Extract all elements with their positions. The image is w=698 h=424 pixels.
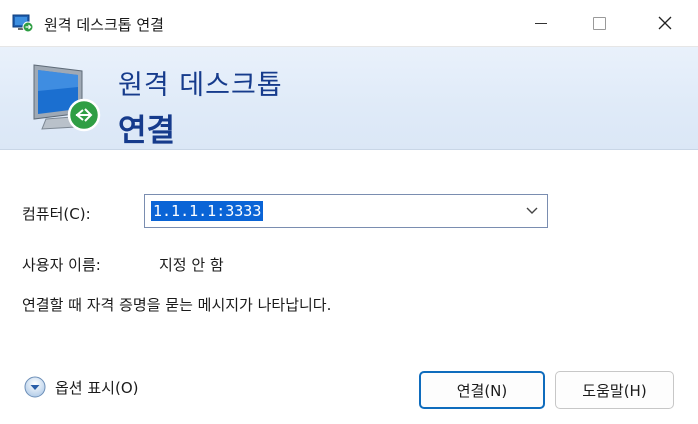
window-title: 원격 데스크톱 연결 xyxy=(44,16,164,34)
minimize-icon xyxy=(535,22,547,24)
remote-desktop-icon xyxy=(12,14,34,33)
banner-title: 원격 데스크톱 xyxy=(118,70,283,101)
header-banner: 원격 데스크톱 연결 xyxy=(0,47,698,150)
banner-subtitle: 연결 xyxy=(118,113,176,149)
minimize-button[interactable] xyxy=(512,0,570,46)
help-button[interactable]: 도움말(H) xyxy=(555,371,674,409)
user-value: 지정 안 함 xyxy=(159,256,224,274)
close-button[interactable] xyxy=(636,0,694,46)
title-bar: 원격 데스크톱 연결 xyxy=(0,0,698,47)
connect-button[interactable]: 연결(N) xyxy=(419,371,545,409)
computer-label: 컴퓨터(C): xyxy=(22,205,91,223)
show-options-toggle[interactable]: 옵션 표시(O) xyxy=(24,374,138,400)
credential-info-text: 연결할 때 자격 증명을 묻는 메시지가 나타납니다. xyxy=(22,296,332,314)
computer-input[interactable]: 1.1.1.1:3333 xyxy=(151,201,264,221)
computer-combobox[interactable]: 1.1.1.1:3333 xyxy=(144,194,548,228)
remote-desktop-monitor-icon xyxy=(33,64,101,132)
show-options-label[interactable]: 옵션 표시(O) xyxy=(55,377,138,398)
user-label: 사용자 이름: xyxy=(22,256,101,274)
chevron-down-icon[interactable] xyxy=(525,205,539,217)
close-icon xyxy=(658,16,672,30)
maximize-button[interactable] xyxy=(570,0,628,46)
maximize-icon xyxy=(592,16,606,30)
expand-down-circle-icon xyxy=(24,376,46,398)
